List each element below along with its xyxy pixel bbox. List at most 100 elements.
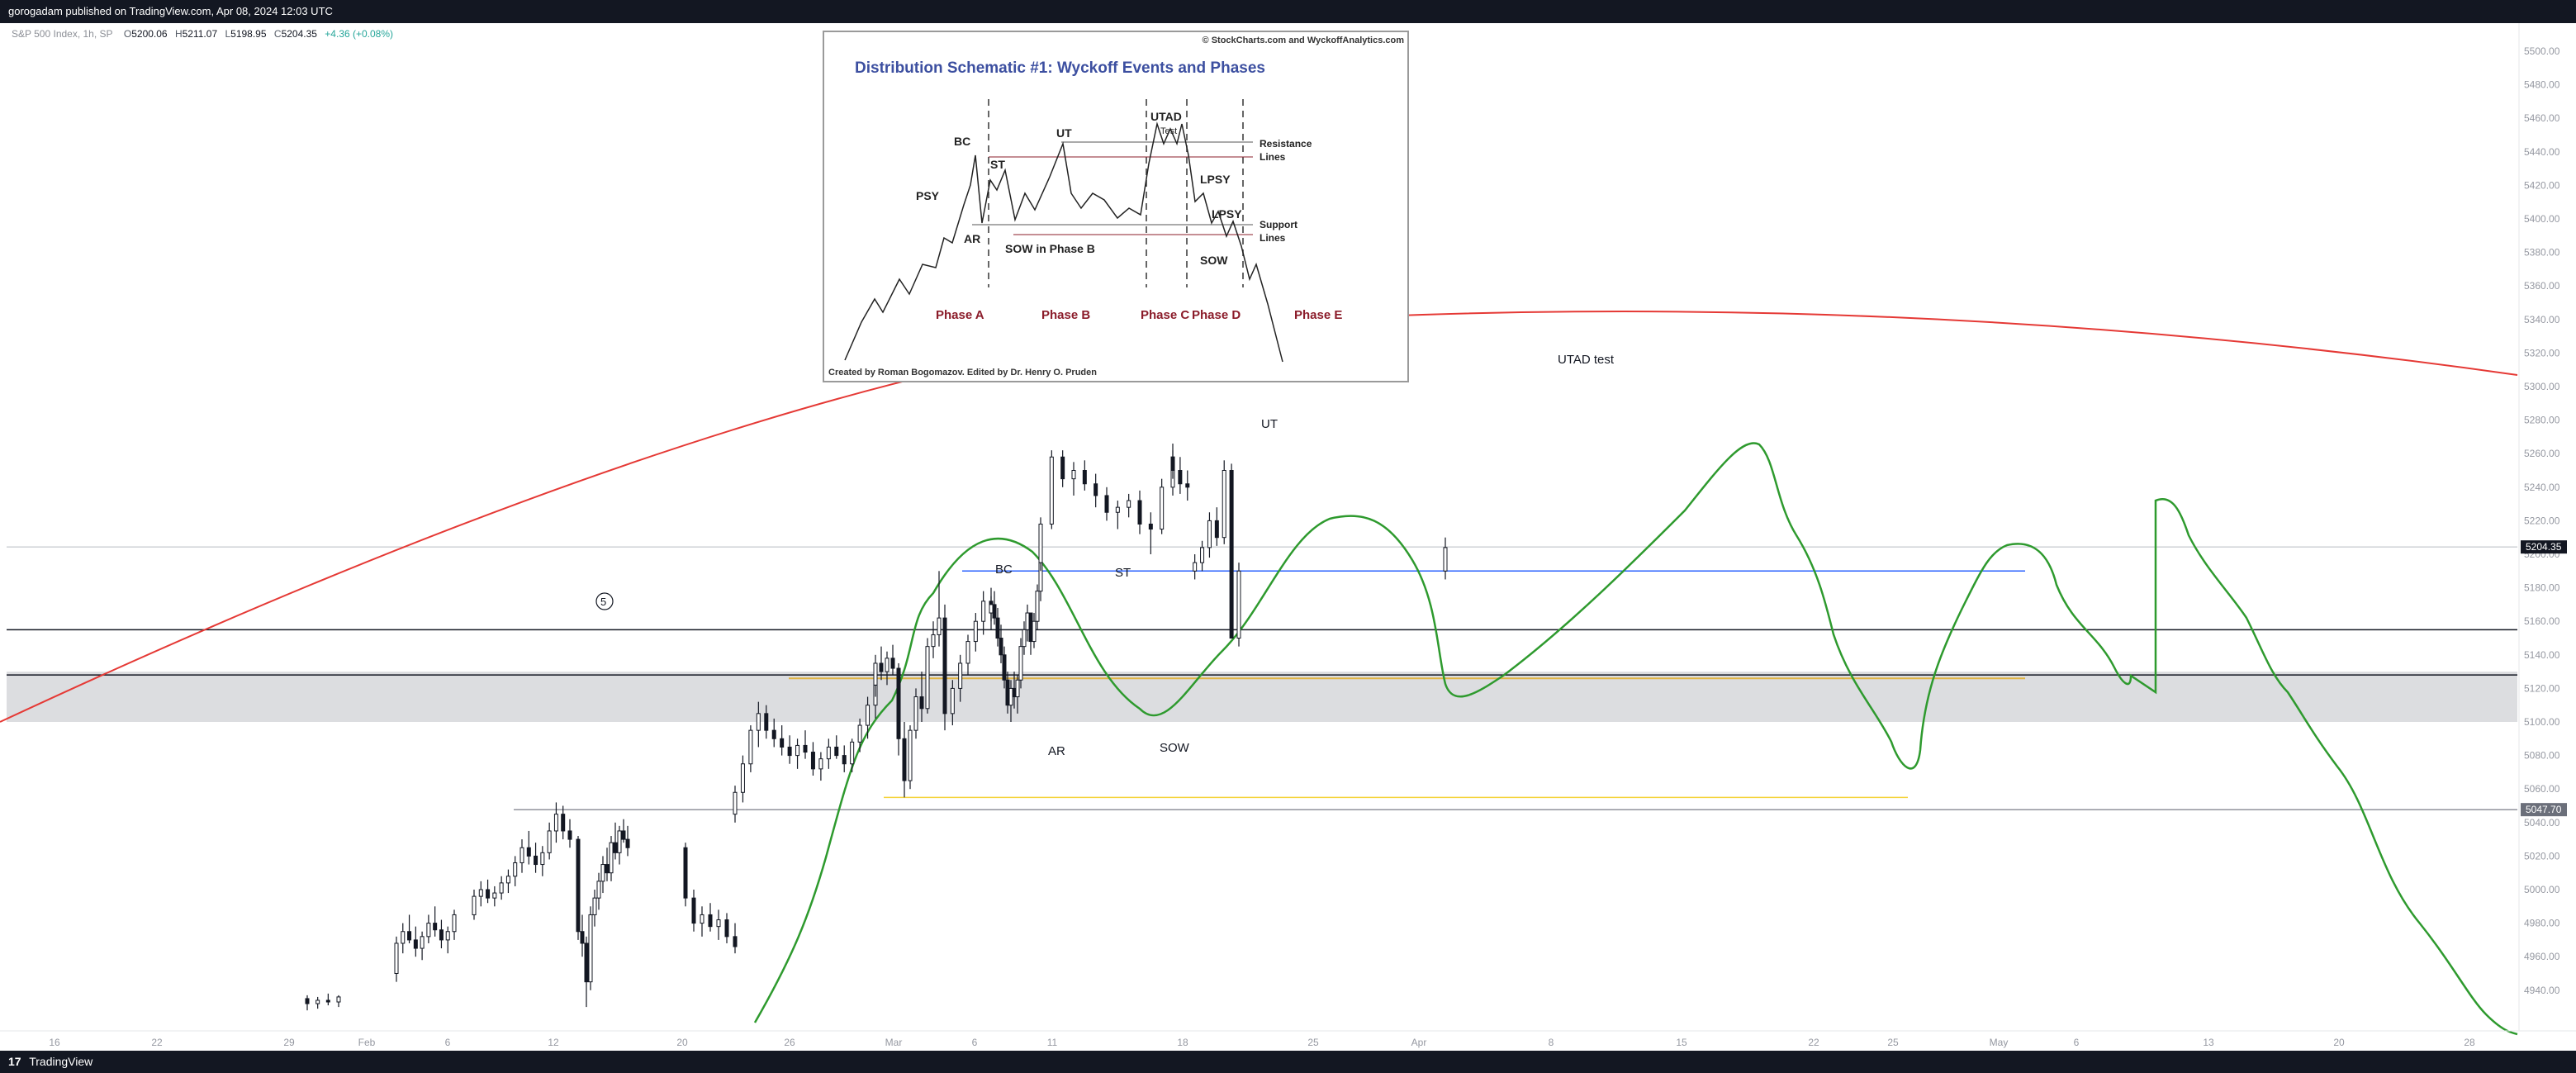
candle[interactable] bbox=[315, 996, 320, 1009]
candle[interactable] bbox=[394, 936, 399, 982]
candle[interactable] bbox=[780, 725, 785, 756]
footer-brand[interactable]: TradingView bbox=[29, 1055, 93, 1068]
candle[interactable] bbox=[1200, 540, 1205, 572]
candle[interactable] bbox=[691, 890, 696, 932]
candle[interactable] bbox=[1071, 462, 1076, 496]
candle[interactable] bbox=[1127, 493, 1131, 518]
candle[interactable] bbox=[567, 819, 572, 848]
candle[interactable] bbox=[553, 802, 558, 843]
candle[interactable] bbox=[445, 926, 450, 954]
candle[interactable] bbox=[890, 644, 895, 676]
candle[interactable] bbox=[305, 995, 310, 1011]
candle[interactable] bbox=[547, 822, 552, 860]
candle[interactable] bbox=[992, 591, 997, 625]
candle[interactable] bbox=[999, 624, 1003, 663]
chart-canvas[interactable]: UTAD test UT BC ST AR SOW 5 5500.00 5480.00 5460… bbox=[0, 23, 2576, 1051]
candle[interactable] bbox=[420, 931, 425, 961]
candle[interactable] bbox=[588, 906, 593, 990]
candle[interactable] bbox=[592, 890, 597, 927]
candle[interactable] bbox=[810, 742, 815, 776]
candle[interactable] bbox=[584, 936, 589, 1008]
candle[interactable] bbox=[492, 885, 497, 907]
candle[interactable] bbox=[1222, 460, 1226, 544]
candle[interactable] bbox=[439, 919, 444, 949]
candle[interactable] bbox=[499, 876, 504, 900]
candle[interactable] bbox=[965, 634, 970, 676]
legend-symbol[interactable]: S&P 500 Index, 1h, SP bbox=[12, 28, 113, 40]
candle[interactable] bbox=[1236, 563, 1241, 647]
candle[interactable] bbox=[973, 613, 978, 652]
candle[interactable] bbox=[600, 856, 605, 894]
candle[interactable] bbox=[733, 786, 738, 823]
candle[interactable] bbox=[413, 926, 418, 957]
candle[interactable] bbox=[700, 906, 704, 937]
candle[interactable] bbox=[605, 847, 610, 881]
candle[interactable] bbox=[534, 843, 538, 873]
candle[interactable] bbox=[526, 830, 531, 865]
candle[interactable] bbox=[1443, 537, 1448, 580]
candle[interactable] bbox=[519, 839, 524, 873]
candle[interactable] bbox=[1038, 517, 1043, 572]
candle[interactable] bbox=[325, 993, 330, 1006]
candle[interactable] bbox=[625, 825, 630, 857]
candle[interactable] bbox=[740, 755, 745, 803]
candle[interactable] bbox=[1104, 487, 1109, 521]
candle[interactable] bbox=[486, 879, 491, 904]
candle[interactable] bbox=[818, 752, 823, 781]
candle[interactable] bbox=[733, 923, 738, 954]
tradingview-logo-icon[interactable]: 17 bbox=[8, 1055, 21, 1068]
candle[interactable] bbox=[1214, 507, 1219, 546]
candle[interactable] bbox=[1025, 604, 1030, 642]
candle[interactable] bbox=[981, 591, 986, 635]
candle[interactable] bbox=[613, 822, 618, 860]
candle[interactable] bbox=[787, 735, 792, 764]
candle[interactable] bbox=[609, 836, 614, 881]
candle[interactable] bbox=[908, 725, 913, 790]
candle[interactable] bbox=[826, 738, 831, 769]
candle[interactable] bbox=[407, 914, 412, 943]
candle[interactable] bbox=[1178, 457, 1183, 494]
candle[interactable] bbox=[683, 843, 688, 907]
candle[interactable] bbox=[1028, 612, 1033, 655]
candle[interactable] bbox=[1035, 584, 1040, 630]
candle[interactable] bbox=[1093, 473, 1098, 508]
candle[interactable] bbox=[708, 903, 713, 932]
candle[interactable] bbox=[336, 995, 341, 1008]
candle[interactable] bbox=[716, 909, 721, 940]
candle[interactable] bbox=[902, 722, 907, 798]
candle[interactable] bbox=[617, 825, 622, 865]
candle[interactable] bbox=[452, 909, 457, 940]
candle[interactable] bbox=[931, 621, 936, 658]
candle[interactable] bbox=[1022, 621, 1027, 655]
candle[interactable] bbox=[1049, 450, 1054, 529]
green-projection-curve[interactable] bbox=[753, 442, 2518, 1036]
candle[interactable] bbox=[433, 906, 438, 937]
candle[interactable] bbox=[803, 730, 808, 759]
candle[interactable] bbox=[834, 735, 839, 759]
candle[interactable] bbox=[1148, 512, 1153, 554]
candle[interactable] bbox=[1193, 554, 1198, 580]
candle[interactable] bbox=[1137, 490, 1142, 534]
candle[interactable] bbox=[1160, 478, 1165, 534]
candle[interactable] bbox=[842, 745, 847, 772]
candle[interactable] bbox=[771, 718, 776, 748]
candle[interactable] bbox=[513, 856, 518, 886]
candle[interactable] bbox=[748, 725, 753, 772]
candle[interactable] bbox=[1115, 501, 1120, 529]
candle[interactable] bbox=[1082, 460, 1087, 491]
candle[interactable] bbox=[925, 638, 930, 714]
candle[interactable] bbox=[1229, 463, 1234, 639]
candle[interactable] bbox=[561, 805, 566, 840]
candle[interactable] bbox=[896, 662, 901, 756]
candle[interactable] bbox=[596, 872, 601, 910]
candle[interactable] bbox=[1207, 512, 1212, 558]
candle[interactable] bbox=[621, 819, 626, 843]
candle[interactable] bbox=[576, 836, 581, 940]
candle[interactable] bbox=[995, 607, 1000, 647]
candle[interactable] bbox=[540, 846, 545, 876]
candle[interactable] bbox=[426, 914, 431, 943]
candle[interactable] bbox=[478, 881, 483, 907]
chart-frame[interactable]: UTAD test UT BC ST AR SOW 5 5500.00 5480.00 5460… bbox=[0, 23, 2576, 1051]
candle[interactable] bbox=[1060, 450, 1065, 487]
candle[interactable] bbox=[795, 738, 800, 769]
